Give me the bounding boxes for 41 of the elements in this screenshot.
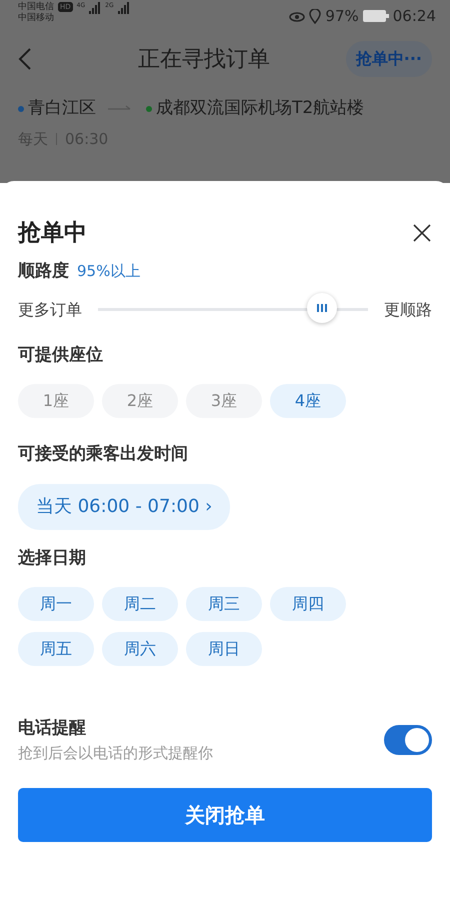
day-option[interactable]: 周四 bbox=[270, 587, 346, 621]
close-grabbing-button[interactable]: 关闭抢单 bbox=[18, 788, 432, 842]
section-label: 可接受的乘客出发时间 bbox=[18, 443, 189, 466]
battery-percent: 97% bbox=[325, 7, 359, 25]
sheet-title: 抢单中 bbox=[18, 218, 87, 248]
seat-option[interactable]: 1座 bbox=[18, 384, 94, 418]
destination-dot bbox=[146, 106, 152, 112]
location-icon bbox=[309, 8, 322, 24]
destination-text: 成都双流国际机场T2航站楼 bbox=[156, 97, 364, 120]
close-icon[interactable] bbox=[412, 223, 432, 243]
origin-text: 青白江区 bbox=[28, 97, 96, 120]
battery-icon bbox=[362, 10, 389, 22]
day-option[interactable]: 周五 bbox=[18, 632, 94, 666]
signal-icon bbox=[118, 2, 130, 14]
day-option[interactable]: 周二 bbox=[102, 587, 178, 621]
seat-option[interactable]: 2座 bbox=[102, 384, 178, 418]
origin-dot bbox=[18, 106, 24, 112]
eye-icon bbox=[289, 10, 306, 22]
slider-thumb[interactable] bbox=[307, 293, 338, 323]
seat-option[interactable]: 4座 bbox=[270, 384, 346, 418]
carrier-name: 中国电信 bbox=[18, 2, 54, 12]
signal-icon bbox=[89, 2, 102, 14]
clock-time: 06:24 bbox=[392, 7, 436, 25]
back-icon[interactable] bbox=[18, 47, 32, 71]
toggle-switch[interactable] bbox=[384, 725, 432, 755]
page-title: 正在寻找订单 bbox=[138, 46, 270, 74]
reminder-description: 抢到后会以电话的形式提醒你 bbox=[18, 742, 213, 764]
section-label: 选择日期 bbox=[18, 546, 87, 570]
time-range-button[interactable]: 当天 06:00 - 07:00 › bbox=[18, 484, 230, 530]
day-option[interactable]: 周日 bbox=[186, 632, 262, 666]
seat-option[interactable]: 3座 bbox=[186, 384, 262, 418]
reminder-label: 电话提醒 bbox=[18, 717, 87, 740]
day-option[interactable]: 周六 bbox=[102, 632, 178, 666]
detour-value: 95%以上 bbox=[77, 261, 140, 282]
day-option[interactable]: 周一 bbox=[18, 587, 94, 621]
slider-left-label: 更多订单 bbox=[18, 298, 82, 320]
section-label: 可提供座位 bbox=[18, 344, 104, 366]
slider-right-label: 更顺路 bbox=[384, 298, 432, 320]
carrier-name: 中国移动 bbox=[18, 12, 54, 24]
day-option[interactable]: 周三 bbox=[186, 587, 262, 621]
detour-label: 顺路度 bbox=[18, 260, 69, 283]
